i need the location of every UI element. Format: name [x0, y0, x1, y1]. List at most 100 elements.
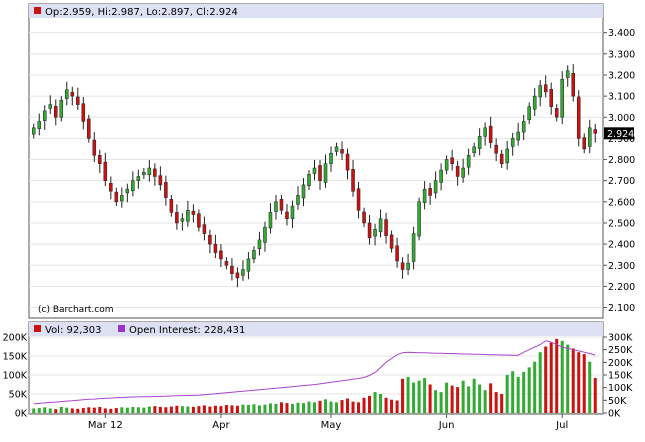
volume-bar: [186, 406, 190, 413]
candle-body: [483, 127, 487, 137]
candle-body: [241, 269, 245, 276]
volume-bar: [423, 378, 427, 413]
volume-bar: [235, 405, 239, 413]
volume-bar: [48, 408, 52, 413]
candle-body: [153, 168, 157, 177]
candle-body: [521, 121, 526, 133]
candle-body: [285, 211, 289, 219]
volume-bar: [390, 399, 394, 413]
open-interest-y-tick-label: 300K: [608, 333, 633, 344]
candle-body: [131, 180, 135, 192]
volume-bar: [191, 406, 195, 413]
candle-body: [389, 234, 394, 249]
candle-body: [466, 155, 471, 168]
volume-y-tick-label: 150K: [3, 352, 28, 363]
candle-body: [202, 224, 207, 234]
volume-bar: [208, 406, 212, 413]
open-interest-legend-swatch: [118, 325, 125, 332]
candle-body: [268, 212, 273, 229]
candle-body: [472, 146, 476, 154]
volume-bar: [428, 384, 432, 413]
volume-bar: [329, 401, 333, 413]
candle-body: [59, 100, 64, 118]
volume-bar: [340, 400, 344, 413]
open-interest-y-tick-label: 200K: [608, 358, 633, 369]
candle-body: [31, 127, 36, 135]
x-tick-label: May: [321, 420, 342, 431]
price-legend-swatch: [34, 7, 41, 14]
candle-body: [494, 144, 498, 154]
candle-body: [301, 184, 306, 199]
candle-body: [312, 167, 317, 174]
volume-bar: [81, 408, 85, 413]
candle-body: [444, 159, 449, 171]
candle-body: [191, 210, 196, 215]
volume-bar: [76, 408, 80, 413]
volume-bar: [301, 403, 306, 413]
candle-body: [329, 152, 333, 165]
open-interest-legend-text: Open Interest: 228,431: [129, 325, 245, 336]
candle-body: [263, 226, 267, 243]
candle-body: [230, 265, 234, 274]
volume-bar: [296, 402, 300, 413]
candle-body: [549, 89, 553, 107]
volume-bar: [582, 354, 586, 413]
volume-bar: [136, 407, 140, 413]
volume-bar: [158, 406, 162, 413]
candle-body: [576, 96, 581, 139]
candle-body: [257, 239, 262, 250]
price-y-axis: 3.4003.3003.2003.1003.0002.9002.8002.700…: [603, 28, 635, 314]
x-axis: Mar 12AprMayJunJulAug: [88, 414, 568, 431]
candle-body: [582, 137, 587, 150]
volume-bar: [412, 382, 416, 413]
candle-body: [516, 131, 520, 141]
candle-body: [532, 95, 537, 110]
price-y-tick-label: 3.400: [608, 28, 635, 39]
volume-bar: [59, 406, 63, 413]
volume-bar: [588, 361, 592, 413]
candle-body: [169, 199, 174, 213]
volume-bar: [323, 399, 328, 413]
volume-bar: [54, 409, 58, 413]
price-y-tick-label: 2.200: [608, 282, 635, 293]
candle-body: [180, 218, 185, 222]
candle-body: [461, 167, 465, 178]
volume-bar: [456, 387, 460, 413]
volume-bar: [307, 401, 311, 413]
volume-bar: [483, 390, 487, 413]
candle-body: [98, 155, 102, 165]
price-y-tick-label: 3.000: [608, 113, 635, 124]
open-interest-y-tick-label: 250K: [608, 345, 633, 356]
volume-bar: [70, 408, 74, 413]
volume-bar: [241, 404, 245, 413]
candle-body: [571, 73, 575, 97]
open-interest-y-tick-label: 0K: [608, 409, 621, 420]
candle-body: [42, 110, 47, 121]
volume-bar: [549, 342, 553, 413]
candle-body: [92, 139, 97, 156]
volume-y-tick-label: 50K: [9, 390, 28, 401]
volume-bar: [417, 380, 421, 413]
volume-bar: [527, 367, 531, 413]
candle-body: [136, 176, 141, 181]
volume-bar: [202, 405, 206, 413]
candle-body: [362, 211, 366, 224]
volume-bar: [213, 405, 217, 413]
open-interest-y-tick-label: 50K: [608, 396, 627, 407]
volume-bar: [312, 402, 317, 413]
candle-body: [499, 153, 504, 165]
candle-body: [543, 84, 548, 93]
volume-bar: [290, 403, 294, 413]
volume-bar: [395, 400, 399, 413]
volume-bar: [65, 407, 69, 413]
candle-body: [406, 262, 410, 270]
volume-bar: [197, 406, 201, 413]
candle-body: [384, 219, 388, 236]
candle-body: [81, 103, 86, 122]
volume-bar: [346, 398, 350, 413]
price-y-tick-label: 2.400: [608, 240, 635, 251]
volume-bar: [131, 406, 135, 413]
volume-bar: [114, 408, 118, 413]
volume-bar: [87, 407, 91, 413]
price-y-tick-label: 2.100: [608, 303, 635, 314]
